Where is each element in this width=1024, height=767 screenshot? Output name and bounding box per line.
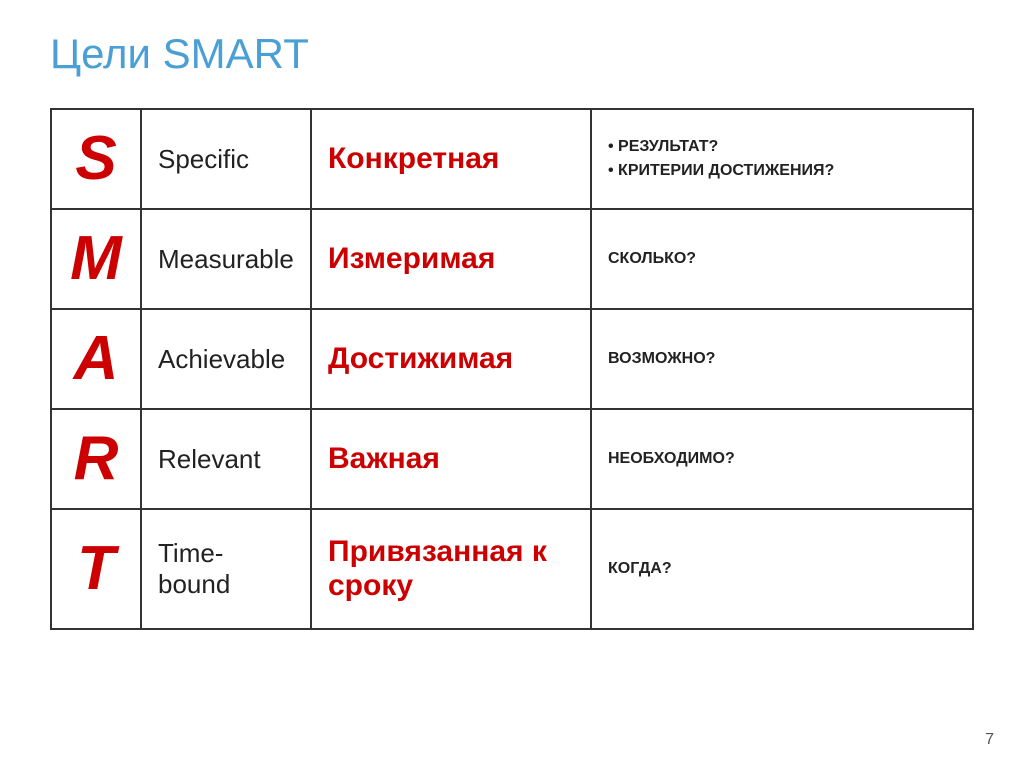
smart-letter: M — [51, 209, 141, 309]
page-number: 7 — [985, 731, 994, 749]
table-row: AAchievableДостижимая ВОЗМОЖНО? — [51, 309, 973, 409]
description-line: СКОЛЬКО? — [608, 247, 956, 271]
english-word: Achievable — [141, 309, 311, 409]
description: СКОЛЬКО? — [591, 209, 973, 309]
page-title: Цели SMART — [50, 30, 974, 78]
description-line: • КРИТЕРИИ ДОСТИЖЕНИЯ? — [608, 159, 956, 183]
english-word: Measurable — [141, 209, 311, 309]
russian-translation: Достижимая — [311, 309, 591, 409]
table-row: TTime-boundПривязанная к сроку КОГДА? — [51, 509, 973, 629]
description-line: ВОЗМОЖНО? — [608, 347, 956, 371]
russian-translation: Измеримая — [311, 209, 591, 309]
description-line: • РЕЗУЛЬТАТ? — [608, 135, 956, 159]
description: • РЕЗУЛЬТАТ?• КРИТЕРИИ ДОСТИЖЕНИЯ? — [591, 109, 973, 209]
description-line: КОГДА? — [608, 557, 956, 581]
russian-translation: Конкретная — [311, 109, 591, 209]
smart-letter: R — [51, 409, 141, 509]
description: НЕОБХОДИМО? — [591, 409, 973, 509]
smart-letter: T — [51, 509, 141, 629]
page-container: Цели SMART SSpecificКонкретная• РЕЗУЛЬТА… — [0, 0, 1024, 767]
english-word: Specific — [141, 109, 311, 209]
description-line: НЕОБХОДИМО? — [608, 447, 956, 471]
table-row: RRelevantВажная НЕОБХОДИМО? — [51, 409, 973, 509]
smart-table: SSpecificКонкретная• РЕЗУЛЬТАТ?• КРИТЕРИ… — [50, 108, 974, 630]
table-row: SSpecificКонкретная• РЕЗУЛЬТАТ?• КРИТЕРИ… — [51, 109, 973, 209]
smart-letter: A — [51, 309, 141, 409]
english-word: Relevant — [141, 409, 311, 509]
table-row: MMeasurableИзмеримая СКОЛЬКО? — [51, 209, 973, 309]
english-word: Time-bound — [141, 509, 311, 629]
description: КОГДА? — [591, 509, 973, 629]
smart-letter: S — [51, 109, 141, 209]
description: ВОЗМОЖНО? — [591, 309, 973, 409]
russian-translation: Привязанная к сроку — [311, 509, 591, 629]
russian-translation: Важная — [311, 409, 591, 509]
